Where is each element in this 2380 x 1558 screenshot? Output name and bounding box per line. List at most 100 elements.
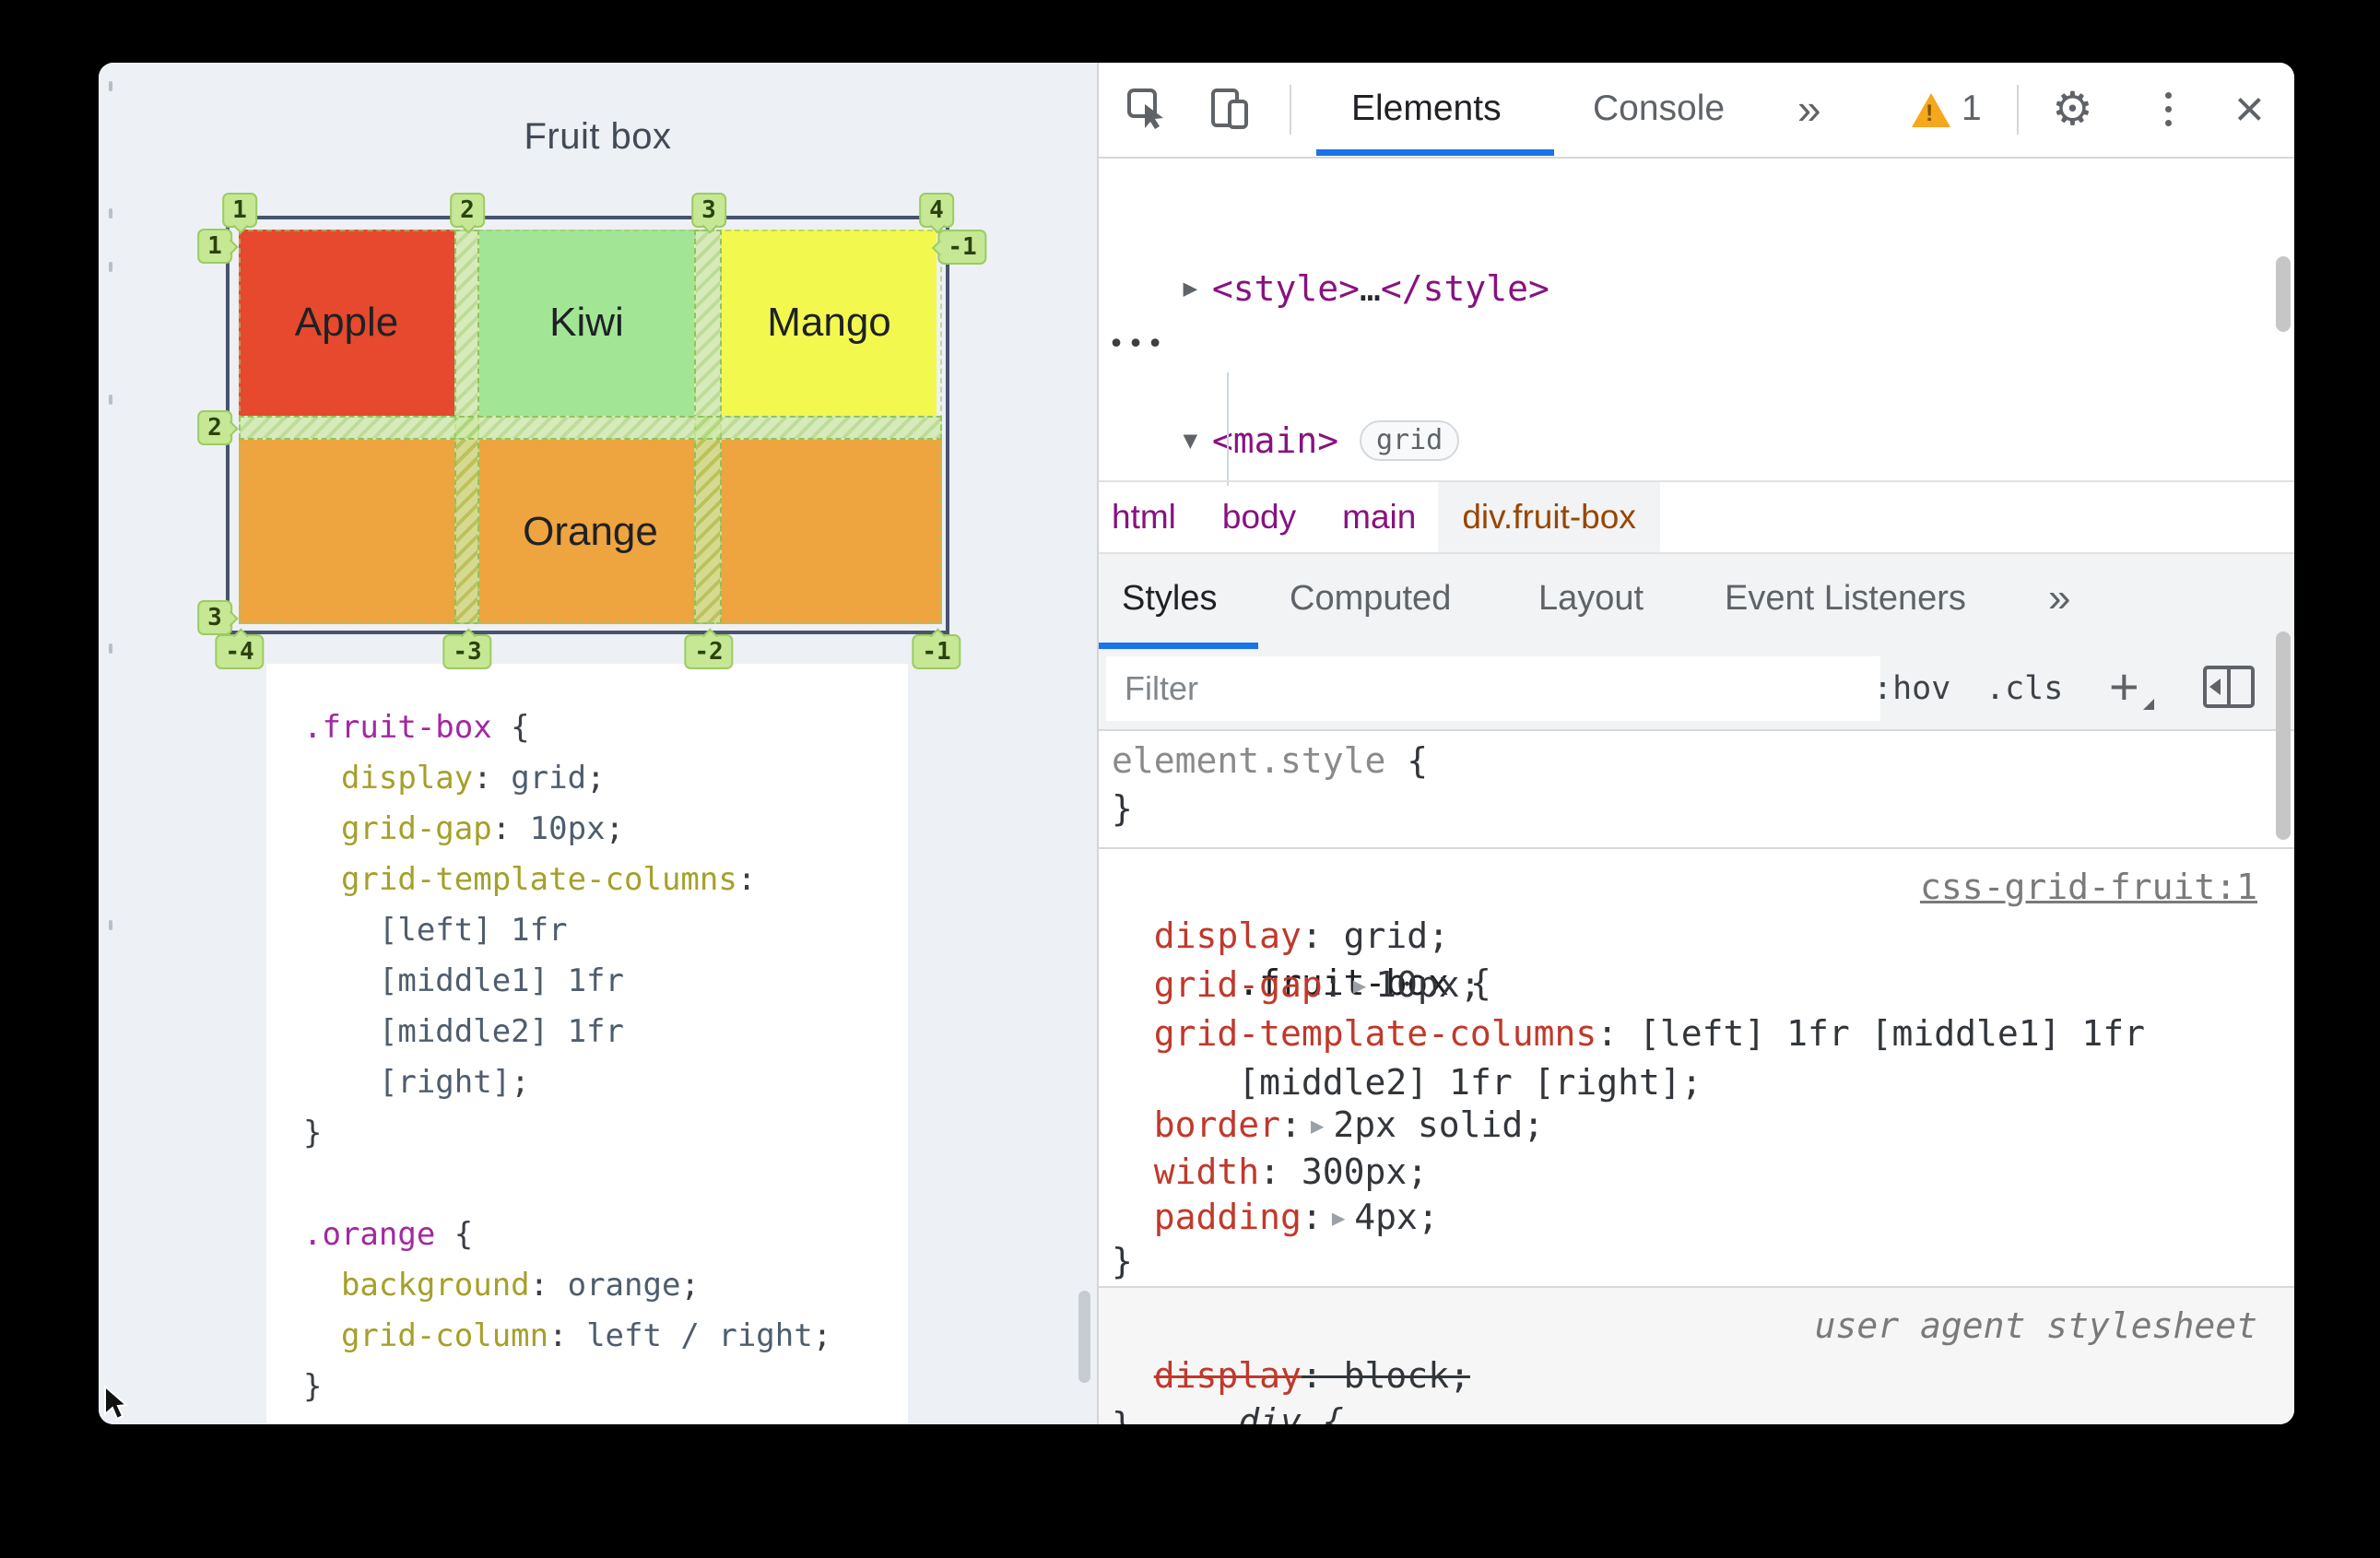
styles-pane: element.style { } css-grid-fruit:1 .frui… — [1099, 731, 2294, 1424]
tab-styles[interactable]: Styles — [1122, 554, 1217, 643]
more-tabs-icon[interactable]: » — [1797, 63, 1821, 155]
fruit-box-apple: Apple — [239, 230, 454, 416]
screenshot-canvas: Fruit box Apple Kiwi Mango Orange 1 2 3 … — [0, 0, 2380, 1558]
dom-tree: ▶ <style>…</style> ▼ <main> grid <p>Frui… — [1099, 157, 2294, 486]
fruit-box-mango: Mango — [722, 230, 937, 416]
app-window: Fruit box Apple Kiwi Mango Orange 1 2 3 … — [99, 63, 2294, 1424]
code-line: .orange { — [303, 1216, 474, 1253]
mouse-cursor — [104, 1385, 129, 1421]
active-tab-underline — [1316, 149, 1554, 156]
ruler-tick — [109, 920, 112, 930]
style-prop-grid-template-columns-wrap[interactable]: [middle2] 1fr [right]; — [1112, 1058, 2257, 1106]
grid-line-badge-col--2: -2 — [684, 634, 734, 669]
code-line: [middle1] 1fr — [378, 962, 624, 999]
breadcrumb-main[interactable]: main — [1342, 498, 1416, 537]
kebab-menu-icon[interactable] — [2150, 63, 2186, 155]
fruit-box-kiwi: Kiwi — [479, 230, 694, 416]
hov-toggle[interactable]: :hov — [1873, 649, 1950, 728]
breadcrumb: html body main div.fruit-box — [1099, 480, 2294, 554]
cls-toggle[interactable]: .cls — [1985, 649, 2063, 728]
new-style-rule-button[interactable]: + — [2109, 649, 2154, 725]
devtools-panel: Elements Console » ! 1 ⚙ × ▶ <style>…</s… — [1097, 63, 2294, 1424]
dom-scrollbar-thumb[interactable] — [2276, 256, 2291, 332]
warning-count[interactable]: 1 — [1962, 63, 1982, 155]
code-line: .fruit-box { — [303, 709, 530, 746]
fruit-box-orange: Orange — [239, 440, 942, 624]
style-prop-border[interactable]: border: ▶ 2px solid; — [1112, 1101, 2257, 1149]
code-line: display: grid; — [340, 760, 606, 797]
ua-rule-close-brace: } — [1112, 1401, 2257, 1424]
grid-gap-row — [239, 416, 942, 440]
grid-line-badge-row-3: 3 — [197, 600, 232, 635]
dom-node-style[interactable]: ▶ <style>…</style> — [1099, 264, 2294, 314]
device-toolbar-icon[interactable] — [1200, 63, 1259, 155]
toggle-sidebar-icon[interactable] — [2203, 666, 2255, 708]
close-icon[interactable]: × — [2234, 63, 2265, 155]
rule-divider — [1099, 847, 2294, 849]
more-actions-icon[interactable]: ••• — [1108, 322, 1166, 372]
styles-filter-bar: :hov .cls + — [1099, 649, 2294, 731]
grid-line-badge-row-1: 1 — [197, 229, 232, 264]
code-line: [right]; — [378, 1064, 530, 1101]
rule-element-style[interactable]: element.style { — [1112, 737, 2257, 785]
code-line: [middle2] 1fr — [378, 1013, 624, 1050]
grid-line-badge-col-3: 3 — [691, 193, 726, 228]
stylesheet-link[interactable]: css-grid-fruit:1 — [1920, 863, 2257, 911]
tab-elements[interactable]: Elements — [1351, 63, 1502, 155]
grid-line-badge-col--1: -1 — [912, 634, 961, 669]
code-line: } — [303, 1368, 323, 1405]
tab-event-listeners[interactable]: Event Listeners — [1725, 554, 1966, 643]
rule-fruit-box-selector[interactable]: css-grid-fruit:1 .fruit-box { — [1112, 863, 2257, 1003]
settings-gear-icon[interactable]: ⚙ — [2052, 63, 2093, 155]
indent-guide — [1227, 372, 1229, 486]
ruler-tick — [109, 262, 112, 272]
dom-node-main[interactable]: ▼ <main> grid — [1099, 416, 2294, 466]
code-line: [left] 1fr — [378, 912, 568, 949]
rule-close-brace: } — [1112, 1241, 1133, 1281]
code-line: grid-gap: 10px; — [340, 810, 625, 847]
grid-line-badge-col-1: 1 — [222, 193, 257, 228]
filter-input[interactable] — [1106, 656, 1880, 721]
css-code-block: .fruit-box { display: grid; grid-gap: 10… — [266, 664, 908, 1424]
breadcrumb-html[interactable]: html — [1112, 498, 1176, 537]
user-agent-stylesheet-label: user agent stylesheet — [1814, 1305, 2257, 1346]
style-prop-display[interactable]: display: grid; — [1112, 912, 2257, 960]
toolbar-divider — [2017, 85, 2019, 135]
grid-line-badge-col--4: -4 — [215, 634, 265, 669]
grid-line-badge-col--3: -3 — [442, 634, 492, 669]
ua-prop-display-block-overridden[interactable]: display: block; — [1112, 1351, 2257, 1399]
styles-scrollbar-thumb[interactable] — [2276, 631, 2291, 840]
page-scrollbar-thumb[interactable] — [1078, 1291, 1090, 1383]
sidebar-pane-tabs: Styles Computed Layout Event Listeners » — [1099, 554, 2294, 649]
toolbar-divider — [1290, 85, 1291, 135]
style-prop-grid-template-columns[interactable]: grid-template-columns: [left] 1fr [middl… — [1112, 1009, 2257, 1057]
rule-close-brace: } — [1112, 788, 1133, 829]
tab-layout[interactable]: Layout — [1538, 554, 1644, 643]
code-line: grid-column: left / right; — [340, 1317, 832, 1354]
tab-console[interactable]: Console — [1593, 63, 1725, 155]
code-line: background: orange; — [340, 1267, 700, 1304]
ruler-tick — [109, 208, 112, 218]
devtools-toolbar: Elements Console » ! 1 ⚙ × — [1099, 63, 2294, 159]
style-prop-grid-gap[interactable]: grid-gap: ▶ 10px; — [1112, 961, 2257, 1009]
grid-line-badge-row--1: -1 — [937, 230, 987, 265]
page-title: Fruit box — [524, 116, 672, 157]
ruler-tick — [109, 81, 112, 91]
ua-rule-div-selector[interactable]: user agent stylesheet div { — [1112, 1302, 2257, 1424]
breadcrumb-div-fruit-box[interactable]: div.fruit-box — [1438, 482, 1660, 552]
more-panes-icon[interactable]: » — [2048, 554, 2070, 643]
browser-page: Fruit box Apple Kiwi Mango Orange 1 2 3 … — [99, 63, 1097, 1424]
breadcrumb-body[interactable]: body — [1222, 498, 1296, 537]
code-line: grid-template-columns: — [340, 861, 757, 898]
inspect-element-icon[interactable] — [1118, 63, 1177, 155]
ruler-tick — [109, 395, 112, 405]
grid-line-badge-col-2: 2 — [450, 193, 485, 228]
active-pane-underline — [1099, 643, 1258, 649]
grid-line-badge-col-4: 4 — [919, 193, 954, 228]
code-line: } — [303, 1115, 323, 1151]
tab-computed[interactable]: Computed — [1290, 554, 1451, 643]
style-prop-width[interactable]: width: 300px; — [1112, 1148, 2257, 1196]
warning-icon[interactable]: ! — [1912, 93, 1950, 127]
style-prop-padding[interactable]: padding: ▶ 4px; — [1112, 1193, 2257, 1241]
